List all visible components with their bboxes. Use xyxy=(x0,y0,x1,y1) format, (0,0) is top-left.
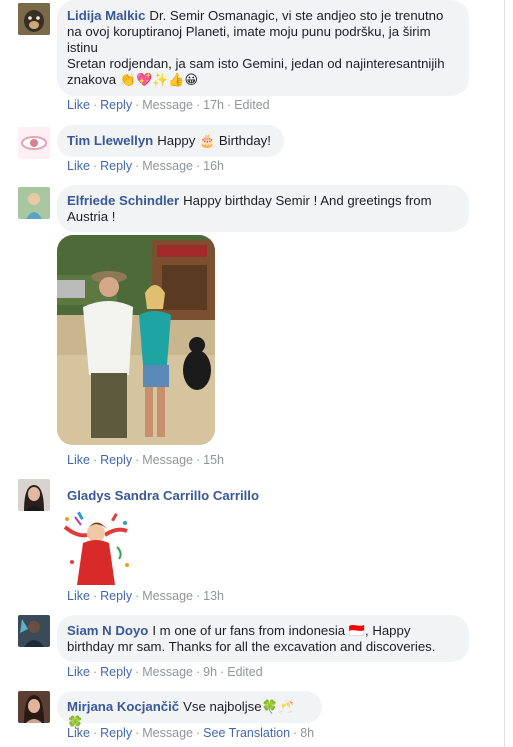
avatar-woman-image xyxy=(18,187,50,219)
reply-link[interactable]: Reply xyxy=(100,453,132,467)
comment-text: I m one of ur fans from indonesia xyxy=(152,623,346,638)
comment-photo[interactable] xyxy=(57,235,215,445)
reply-link[interactable]: Reply xyxy=(100,159,132,173)
avatar-eye-image xyxy=(18,127,50,159)
timestamp[interactable]: 16h xyxy=(203,159,224,173)
comment-actions: Like · Reply · Message · 13h xyxy=(67,589,225,603)
like-link[interactable]: Like xyxy=(67,453,90,467)
message-link[interactable]: Message xyxy=(142,726,193,740)
comment-text-end: Birthday! xyxy=(218,133,271,148)
edited-label[interactable]: Edited xyxy=(227,665,262,679)
timestamp[interactable]: 8h xyxy=(300,726,314,740)
comment-author[interactable]: Elfriede Schindler xyxy=(67,193,179,208)
comment-actions: Like · Reply · Message · 17h · Edited xyxy=(67,98,270,112)
like-link[interactable]: Like xyxy=(67,98,90,112)
comment-actions: Like · Reply · Message · 9h · Edited xyxy=(67,665,263,679)
like-link[interactable]: Like xyxy=(67,665,90,679)
like-link[interactable]: Like xyxy=(67,589,90,603)
comment-text: Vse najboljse xyxy=(183,699,262,714)
reply-link[interactable]: Reply xyxy=(100,589,132,603)
emoji-set: 👏💖✨👍😀 xyxy=(119,72,199,87)
avatar[interactable] xyxy=(18,615,50,647)
birthday-sticker[interactable] xyxy=(57,507,135,587)
avatar[interactable] xyxy=(18,691,50,723)
comment-actions: Like · Reply · Message · 15h xyxy=(67,453,225,467)
message-link[interactable]: Message xyxy=(142,665,193,679)
comment-bubble: Tim Llewellyn Happy 🎂 Birthday! xyxy=(57,125,284,157)
reply-link[interactable]: Reply xyxy=(100,726,132,740)
timestamp[interactable]: 17h xyxy=(203,98,224,112)
comment-actions: Like · Reply · Message · See Translation · 8h xyxy=(67,726,315,740)
party-sticker-image xyxy=(57,507,135,587)
photo-image xyxy=(57,235,215,445)
comment-author[interactable]: Siam N Doyo xyxy=(67,623,148,638)
avatar[interactable] xyxy=(18,3,50,35)
comment-author[interactable]: Lidija Malkic xyxy=(67,8,145,23)
comment-author-line: Gladys Sandra Carrillo Carrillo xyxy=(67,488,263,503)
message-link[interactable]: Message xyxy=(142,159,193,173)
timestamp[interactable]: 13h xyxy=(203,589,224,603)
reply-link[interactable]: Reply xyxy=(100,665,132,679)
comment-text: Happy xyxy=(157,133,196,148)
see-translation-link[interactable]: See Translation xyxy=(203,726,290,740)
reply-link[interactable]: Reply xyxy=(100,98,132,112)
message-link[interactable]: Message xyxy=(142,589,193,603)
avatar-woman-image xyxy=(18,479,50,511)
avatar-man-image xyxy=(18,615,50,647)
like-link[interactable]: Like xyxy=(67,726,90,740)
avatar[interactable] xyxy=(18,187,50,219)
avatar-dog-image xyxy=(18,3,50,35)
avatar-woman-image xyxy=(18,691,50,723)
timestamp[interactable]: 15h xyxy=(203,453,224,467)
comment-bubble: Mirjana Kocjančič Vse najboljse🍀🥂🍀 xyxy=(57,691,322,730)
comment-bubble: Siam N Doyo I m one of ur fans from indon… xyxy=(57,615,469,662)
message-link[interactable]: Message xyxy=(142,453,193,467)
avatar[interactable] xyxy=(18,479,50,511)
message-link[interactable]: Message xyxy=(142,98,193,112)
page-divider xyxy=(504,0,505,747)
cake-emoji: 🎂 xyxy=(199,133,216,148)
like-link[interactable]: Like xyxy=(67,159,90,173)
timestamp[interactable]: 9h xyxy=(203,665,217,679)
comment-bubble: Elfriede Schindler Happy birthday Semir !… xyxy=(57,185,469,232)
comment-actions: Like · Reply · Message · 16h xyxy=(67,159,225,173)
comment-author[interactable]: Tim Llewellyn xyxy=(67,133,153,148)
indonesia-flag-emoji: 🇮🇩 xyxy=(348,623,365,638)
edited-label[interactable]: Edited xyxy=(234,98,269,112)
comment-author[interactable]: Gladys Sandra Carrillo Carrillo xyxy=(67,488,259,503)
comment-bubble: Lidija Malkic Dr. Semir Osmanagic, vi ste… xyxy=(57,0,469,96)
comment-author[interactable]: Mirjana Kocjančič xyxy=(67,699,179,714)
avatar[interactable] xyxy=(18,127,50,159)
